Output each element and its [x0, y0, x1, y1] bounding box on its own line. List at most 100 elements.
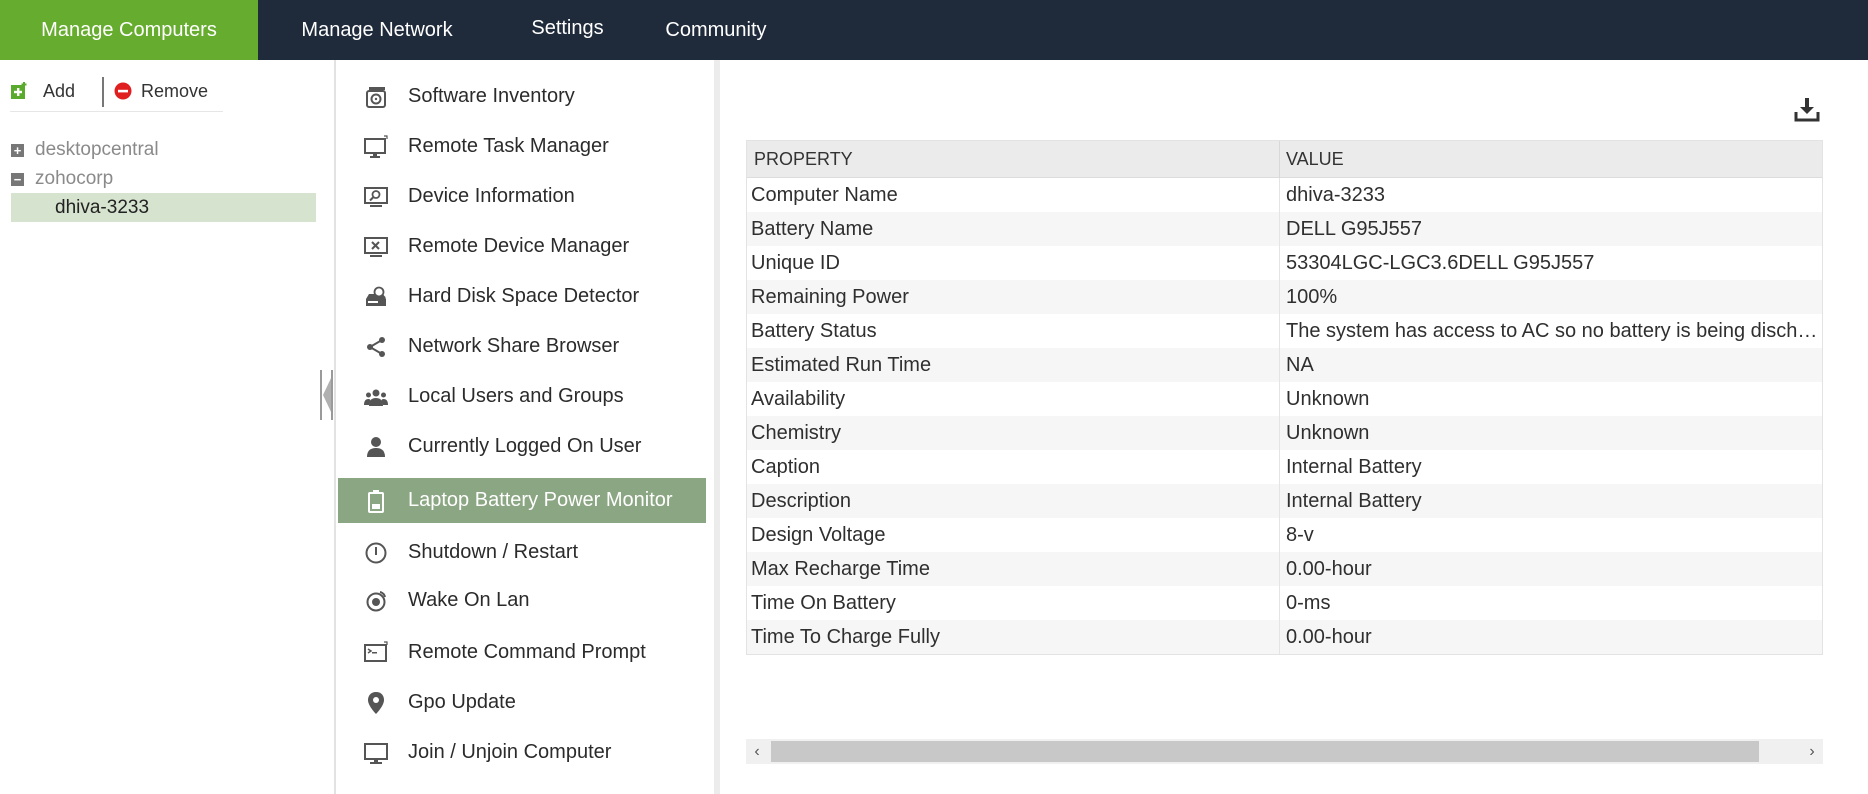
- table-row[interactable]: Time To Charge Fully 0.00-hour: [747, 620, 1822, 654]
- table-row[interactable]: Availability Unknown: [747, 382, 1822, 416]
- property-cell: Remaining Power: [751, 286, 909, 308]
- table-row[interactable]: Remaining Power 100%: [747, 280, 1822, 314]
- cell-divider: [1279, 314, 1280, 348]
- tool-label: Remote Device Manager: [408, 235, 630, 257]
- value-cell: 0.00-hour: [1286, 626, 1372, 648]
- collapse-icon[interactable]: −: [11, 173, 24, 186]
- table-row[interactable]: Unique ID 53304LGC-LGC3.6DELL G95J557: [747, 246, 1822, 280]
- column-header-property[interactable]: PROPERTY: [754, 141, 853, 178]
- tab-manage-network[interactable]: Manage Network: [283, 0, 471, 60]
- tool-local-users-and-groups[interactable]: Local Users and Groups: [338, 374, 706, 419]
- table-row[interactable]: Time On Battery 0-ms: [747, 586, 1822, 620]
- table-row[interactable]: Max Recharge Time 0.00-hour: [747, 552, 1822, 586]
- add-label: Add: [43, 81, 76, 101]
- table-row[interactable]: Battery Status The system has access to A…: [747, 314, 1822, 348]
- tool-label: Shutdown / Restart: [408, 541, 579, 563]
- remove-button[interactable]: Remove: [114, 77, 214, 105]
- horizontal-scrollbar[interactable]: ‹ ›: [746, 739, 1823, 764]
- value-cell: Unknown: [1286, 422, 1370, 444]
- table-header: PROPERTY VALUE: [747, 141, 1822, 178]
- tool-remote-command-prompt[interactable]: Remote Command Prompt: [338, 630, 706, 675]
- monitor-icon: [364, 135, 388, 158]
- property-cell: Caption: [751, 456, 820, 478]
- column-header-value[interactable]: VALUE: [1286, 141, 1344, 178]
- tool-label: Wake On Lan: [408, 589, 530, 611]
- computer-tree-pane: Add Remove + desktopcentral − zohocorp d…: [0, 60, 335, 794]
- tools-list: Software Inventory Remote Task Manager D…: [336, 60, 714, 794]
- tool-laptop-battery-power-monitor[interactable]: Laptop Battery Power Monitor: [338, 478, 706, 523]
- property-cell: Battery Name: [751, 218, 874, 240]
- tool-currently-logged-on-user[interactable]: Currently Logged On User: [338, 424, 706, 469]
- scrollbar-thumb[interactable]: [771, 741, 1759, 762]
- tool-join-unjoin-computer[interactable]: Join / Unjoin Computer: [338, 730, 706, 775]
- property-cell: Time On Battery: [751, 592, 896, 614]
- tool-remote-task-manager[interactable]: Remote Task Manager: [338, 124, 706, 169]
- tool-label: Currently Logged On User: [408, 435, 642, 457]
- cell-divider: [1279, 586, 1280, 620]
- scroll-right-arrow[interactable]: ›: [1801, 739, 1823, 764]
- disk-icon: [366, 286, 386, 306]
- scroll-left-arrow[interactable]: ‹: [746, 739, 768, 764]
- tab-manage-computers[interactable]: Manage Computers: [0, 0, 258, 60]
- users-icon: [364, 389, 388, 406]
- cell-divider: [1279, 178, 1280, 212]
- collapse-panel-icon[interactable]: [320, 370, 334, 420]
- tool-label: Hard Disk Space Detector: [408, 285, 640, 307]
- power-icon: [365, 542, 387, 564]
- table-row[interactable]: Computer Name dhiva-3233: [747, 178, 1822, 212]
- tree-node-label: desktopcentral: [35, 139, 159, 160]
- battery-details-pane: PROPERTY VALUE Computer Name dhiva-3233 Ba…: [720, 60, 1868, 794]
- remove-label: Remove: [141, 81, 209, 101]
- table-body: Computer Name dhiva-3233 Battery Name DELL …: [747, 178, 1822, 654]
- property-cell: Unique ID: [751, 252, 840, 274]
- computer-icon: [364, 743, 388, 764]
- tool-label: Local Users and Groups: [408, 385, 624, 407]
- table-row[interactable]: Design Voltage 8-v: [747, 518, 1822, 552]
- property-cell: Estimated Run Time: [751, 354, 932, 376]
- value-cell: 0-ms: [1286, 592, 1331, 614]
- cell-divider: [1279, 552, 1280, 586]
- property-cell: Max Recharge Time: [751, 558, 930, 580]
- table-row[interactable]: Description Internal Battery: [747, 484, 1822, 518]
- tool-label: Remote Command Prompt: [408, 641, 646, 663]
- tab-settings[interactable]: Settings: [520, 0, 615, 58]
- tool-label: Device Information: [408, 185, 575, 207]
- value-cell: Internal Battery: [1286, 456, 1422, 478]
- column-divider[interactable]: [1279, 141, 1280, 178]
- cell-divider: [1279, 450, 1280, 484]
- table-row[interactable]: Chemistry Unknown: [747, 416, 1822, 450]
- cell-divider: [1279, 518, 1280, 552]
- table-row[interactable]: Battery Name DELL G95J557: [747, 212, 1822, 246]
- property-cell: Time To Charge Fully: [751, 626, 940, 648]
- table-row[interactable]: Estimated Run Time NA: [747, 348, 1822, 382]
- value-cell: 8-v: [1286, 524, 1314, 546]
- expand-icon[interactable]: +: [11, 144, 24, 157]
- tool-remote-device-manager[interactable]: Remote Device Manager: [338, 224, 706, 269]
- value-cell: dhiva-3233: [1286, 184, 1385, 206]
- add-button[interactable]: Add: [10, 77, 90, 105]
- table-row[interactable]: Caption Internal Battery: [747, 450, 1822, 484]
- tool-network-share-browser[interactable]: Network Share Browser: [338, 324, 706, 369]
- cell-divider: [1279, 212, 1280, 246]
- tab-community[interactable]: Community: [656, 0, 776, 60]
- tree-leaf-dhiva-3233[interactable]: dhiva-3233: [11, 193, 316, 222]
- tool-wake-on-lan[interactable]: Wake On Lan: [338, 578, 706, 623]
- remove-icon: [114, 82, 132, 100]
- tool-device-information[interactable]: Device Information: [338, 174, 706, 219]
- software-icon: [366, 87, 386, 108]
- toolbar-divider: [102, 77, 104, 107]
- tool-hard-disk-space-detector[interactable]: Hard Disk Space Detector: [338, 274, 706, 319]
- tool-shutdown-restart[interactable]: Shutdown / Restart: [338, 530, 706, 575]
- tree-node-label: zohocorp: [35, 168, 114, 189]
- tool-gpo-update[interactable]: Gpo Update: [338, 680, 706, 725]
- cell-divider: [1279, 620, 1280, 654]
- tree-node-desktopcentral[interactable]: + desktopcentral: [11, 137, 211, 163]
- tool-software-inventory[interactable]: Software Inventory: [338, 74, 706, 119]
- tool-label: Network Share Browser: [408, 335, 620, 357]
- property-cell: Battery Status: [751, 320, 877, 342]
- cell-divider: [1279, 246, 1280, 280]
- value-cell: Internal Battery: [1286, 490, 1422, 512]
- device-info-icon: [364, 187, 388, 207]
- tree-node-zohocorp[interactable]: − zohocorp: [11, 166, 211, 192]
- download-icon[interactable]: [1794, 96, 1820, 122]
